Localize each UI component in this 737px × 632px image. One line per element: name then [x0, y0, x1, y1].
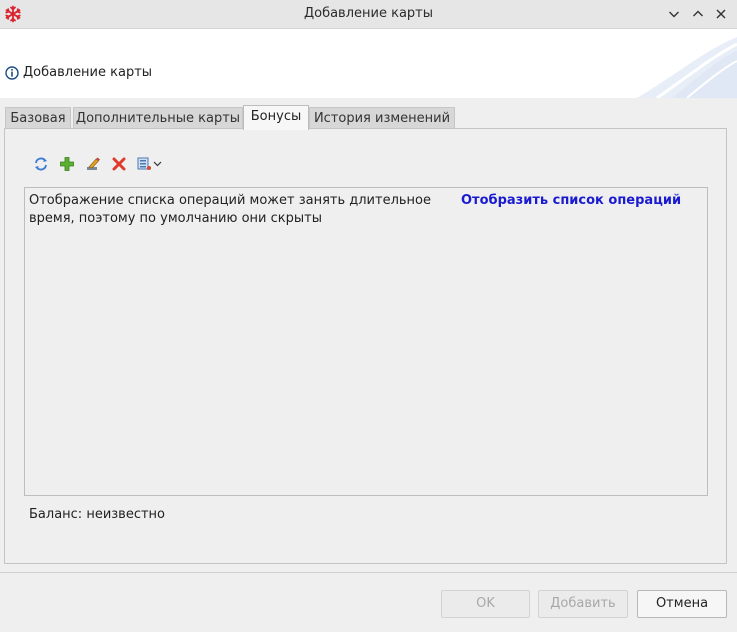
edit-button[interactable] — [83, 154, 103, 174]
footer-divider — [0, 572, 737, 573]
view-options-icon — [137, 157, 162, 170]
add-card-button[interactable]: Добавить — [538, 590, 628, 618]
header-title: Добавление карты — [23, 65, 153, 80]
close-button[interactable] — [711, 4, 731, 24]
cancel-button[interactable]: Отмена — [637, 590, 727, 618]
maximize-button[interactable] — [688, 4, 708, 24]
view-options-dropdown[interactable] — [136, 154, 164, 174]
info-icon — [5, 66, 19, 80]
chevron-down-icon — [669, 11, 679, 18]
close-icon — [716, 9, 726, 19]
tab-bonuses[interactable]: Бонусы — [243, 105, 309, 130]
refresh-button[interactable] — [31, 154, 51, 174]
minimize-button[interactable] — [664, 4, 684, 24]
tab-change-history[interactable]: История изменений — [309, 107, 455, 129]
window-title: Добавление карты — [303, 6, 434, 21]
add-button[interactable] — [57, 154, 77, 174]
tab-additional-cards[interactable]: Дополнительные карты — [73, 107, 243, 129]
balance-label: Баланс: неизвестно — [29, 507, 166, 522]
delete-icon — [112, 157, 126, 171]
operations-hidden-message: Отображение списка операций может занять… — [29, 193, 432, 226]
edit-icon — [87, 157, 100, 170]
ok-button[interactable]: OK — [441, 590, 530, 618]
title-bar: Добавление карты — [0, 0, 737, 29]
delete-button[interactable] — [109, 154, 129, 174]
show-operations-link[interactable]: Отобразить список операций — [461, 193, 681, 208]
banner-decoration — [637, 37, 737, 98]
chevron-up-icon — [693, 10, 703, 17]
refresh-icon — [35, 157, 47, 171]
tab-basic[interactable]: Базовая — [5, 107, 71, 129]
header-banner: Добавление карты — [0, 29, 737, 98]
operations-list: Отображение списка операций может занять… — [24, 187, 708, 496]
add-icon — [60, 157, 74, 171]
